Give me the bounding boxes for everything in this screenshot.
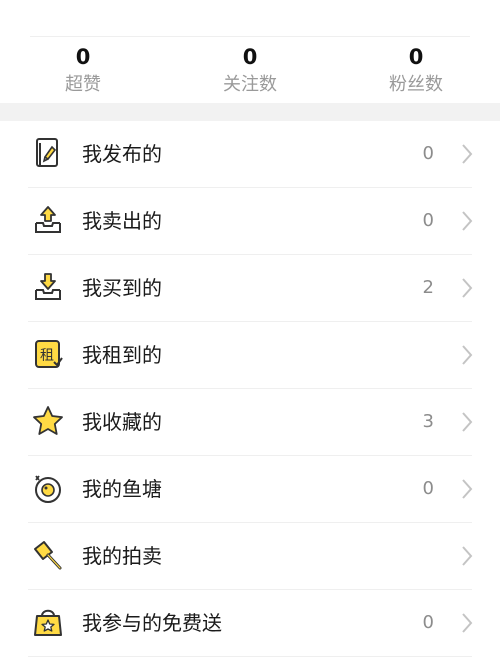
menu-item-label: 我收藏的 (82, 410, 162, 434)
chevron-right-icon (460, 210, 474, 232)
stat-likes-label: 超赞 (65, 74, 101, 95)
menu-item-favorites[interactable]: 我收藏的 3 (0, 389, 500, 456)
menu-item-free-giveaway[interactable]: 我参与的免费送 0 (0, 590, 500, 657)
publish-icon (32, 137, 64, 169)
row-divider (28, 656, 472, 657)
chevron-right-icon (460, 545, 474, 567)
menu-item-sold[interactable]: 我卖出的 0 (0, 188, 500, 255)
menu-item-label: 我参与的免费送 (82, 611, 222, 635)
menu-list: 我发布的 0 我卖出的 0 我买到的 2 租 我租到的 我收藏的 3 我的鱼塘 … (0, 121, 500, 657)
menu-item-rented[interactable]: 租 我租到的 (0, 322, 500, 389)
menu-item-label: 我买到的 (82, 276, 162, 300)
menu-item-auction[interactable]: 我的拍卖 (0, 523, 500, 590)
gift-bag-icon (32, 606, 64, 638)
chevron-right-icon (460, 277, 474, 299)
rent-icon: 租 (32, 338, 64, 370)
menu-item-count: 3 (422, 411, 434, 432)
menu-item-published[interactable]: 我发布的 0 (0, 121, 500, 188)
menu-item-count: 0 (422, 210, 434, 231)
stat-following-label: 关注数 (223, 74, 277, 95)
menu-item-label: 我卖出的 (82, 209, 162, 233)
chevron-right-icon (460, 143, 474, 165)
stat-followers-label: 粉丝数 (389, 74, 443, 95)
stat-likes-value: 0 (75, 45, 91, 69)
menu-item-pond[interactable]: 我的鱼塘 0 (0, 456, 500, 523)
menu-item-label: 我租到的 (82, 343, 162, 367)
menu-item-label: 我发布的 (82, 142, 162, 166)
stat-followers[interactable]: 0 粉丝数 (356, 44, 476, 98)
chevron-right-icon (460, 411, 474, 433)
menu-item-count: 2 (422, 277, 434, 298)
section-gap (0, 103, 500, 121)
stats-bar: 0 超赞 0 关注数 0 粉丝数 (0, 44, 500, 100)
menu-item-label: 我的拍卖 (82, 544, 162, 568)
star-icon (32, 405, 64, 437)
menu-item-count: 0 (422, 143, 434, 164)
sold-icon (32, 204, 64, 236)
svg-text:租: 租 (40, 348, 54, 364)
menu-item-count: 0 (422, 478, 434, 499)
auction-hammer-icon (32, 539, 64, 571)
truncated-header-text (28, 0, 468, 6)
stat-followers-value: 0 (408, 45, 424, 69)
menu-item-count: 0 (422, 612, 434, 633)
stat-following[interactable]: 0 关注数 (190, 44, 310, 98)
stats-divider (30, 36, 470, 37)
menu-item-label: 我的鱼塘 (82, 477, 162, 501)
chevron-right-icon (460, 612, 474, 634)
menu-item-bought[interactable]: 我买到的 2 (0, 255, 500, 322)
pond-icon (32, 472, 64, 504)
stat-likes[interactable]: 0 超赞 (23, 44, 143, 98)
bought-icon (32, 271, 64, 303)
chevron-right-icon (460, 478, 474, 500)
chevron-right-icon (460, 344, 474, 366)
stat-following-value: 0 (242, 45, 258, 69)
